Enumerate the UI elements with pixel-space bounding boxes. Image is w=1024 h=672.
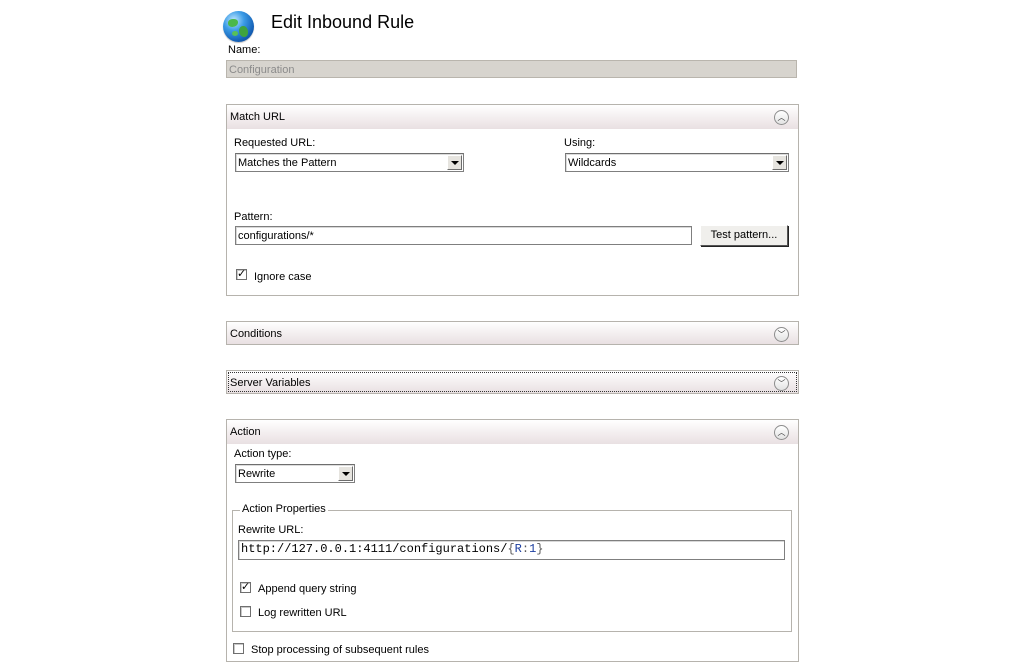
append-query-checkbox[interactable]: ✓ <box>240 582 251 593</box>
stop-processing-checkbox[interactable] <box>233 643 244 654</box>
action-type-label: Action type: <box>234 448 292 460</box>
test-pattern-button[interactable]: Test pattern... <box>700 225 788 246</box>
rewrite-url-sep: : <box>521 542 530 556</box>
conditions-title: Conditions <box>230 328 282 340</box>
append-query-label: Append query string <box>258 583 357 595</box>
rewrite-url-input[interactable]: http://127.0.0.1:4111/configurations/{R:… <box>238 540 785 560</box>
ignore-case-checkbox[interactable]: ✓ <box>236 269 247 280</box>
stop-processing-label: Stop processing of subsequent rules <box>251 644 429 656</box>
using-dropdown[interactable]: Wildcards <box>565 153 789 172</box>
action-properties-title: Action Properties <box>240 503 328 515</box>
using-label: Using: <box>564 137 596 149</box>
action-type-dropdown[interactable]: Rewrite <box>235 464 355 483</box>
conditions-header[interactable]: Conditions ﹀ <box>227 322 798 344</box>
chevron-down-icon[interactable] <box>447 155 462 170</box>
chevron-down-icon[interactable] <box>772 155 787 170</box>
action-title: Action <box>230 426 261 438</box>
pattern-label: Pattern: <box>234 211 273 223</box>
globe-icon <box>223 11 254 42</box>
action-header[interactable]: Action ︿ <box>227 420 798 444</box>
log-rewritten-label: Log rewritten URL <box>258 607 347 619</box>
conditions-panel: Conditions ﹀ <box>226 321 799 345</box>
server-variables-header[interactable]: Server Variables ﹀ <box>227 371 798 393</box>
action-type-value: Rewrite <box>238 468 276 480</box>
name-field[interactable]: Configuration <box>226 60 797 78</box>
pattern-input[interactable]: configurations/* <box>235 226 692 245</box>
match-url-panel: Match URL ︿ Requested URL: Matches the P… <box>226 104 799 296</box>
match-url-header[interactable]: Match URL ︿ <box>227 105 798 129</box>
rewrite-url-close-brace: } <box>536 542 544 556</box>
page-title: Edit Inbound Rule <box>271 12 415 32</box>
rewrite-url-label: Rewrite URL: <box>238 524 304 536</box>
server-variables-title: Server Variables <box>230 377 311 389</box>
requested-url-dropdown[interactable]: Matches the Pattern <box>235 153 464 172</box>
rewrite-url-var: R <box>514 542 522 556</box>
rewrite-url-prefix: http://127.0.0.1:4111/configurations/ <box>241 542 508 556</box>
expand-icon[interactable]: ﹀ <box>774 376 789 391</box>
requested-url-value: Matches the Pattern <box>238 157 337 169</box>
server-variables-panel: Server Variables ﹀ <box>226 370 799 394</box>
log-rewritten-checkbox[interactable] <box>240 606 251 617</box>
using-value: Wildcards <box>568 157 617 169</box>
rewrite-url-open-brace: { <box>507 542 515 556</box>
name-label: Name: <box>228 44 261 56</box>
collapse-icon[interactable]: ︿ <box>774 110 789 125</box>
chevron-down-icon[interactable] <box>338 466 353 481</box>
requested-url-label: Requested URL: <box>234 137 316 149</box>
match-url-title: Match URL <box>230 111 286 123</box>
expand-icon[interactable]: ﹀ <box>774 327 789 342</box>
ignore-case-label: Ignore case <box>254 271 312 283</box>
collapse-icon[interactable]: ︿ <box>774 425 789 440</box>
